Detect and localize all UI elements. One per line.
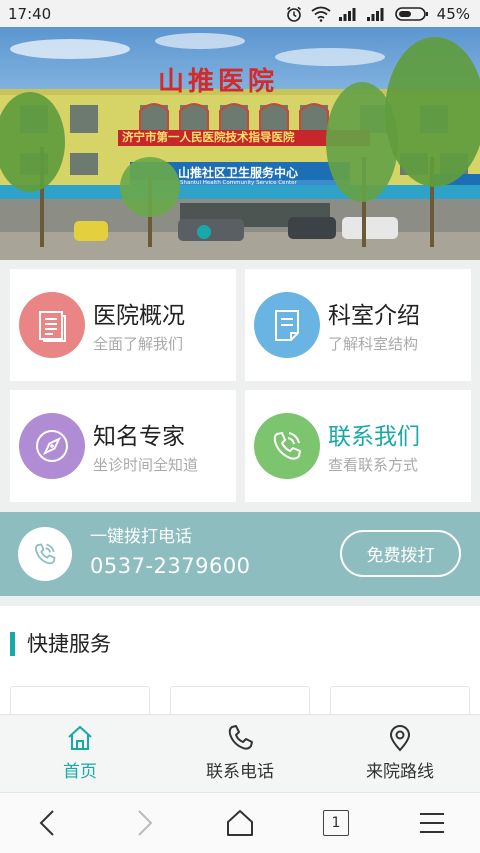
card-department-intro[interactable]: 科室介绍 了解科室结构 bbox=[245, 269, 471, 381]
card-title: 联系我们 bbox=[328, 424, 420, 450]
bottom-tab-bar: 首页 联系电话 来院路线 bbox=[0, 714, 480, 792]
document-icon bbox=[39, 311, 66, 342]
status-time: 17:40 bbox=[8, 4, 52, 23]
home-button[interactable] bbox=[210, 798, 270, 848]
tab-contact-phone[interactable]: 联系电话 bbox=[160, 715, 320, 792]
card-hospital-overview[interactable]: 医院概况 全面了解我们 bbox=[10, 269, 236, 381]
card-subtitle: 全面了解我们 bbox=[93, 335, 184, 353]
tab-label: 联系电话 bbox=[206, 762, 274, 782]
card-subtitle: 坐诊时间全知道 bbox=[93, 456, 199, 474]
card-subtitle: 查看联系方式 bbox=[328, 456, 419, 474]
card-icon-circle bbox=[254, 413, 320, 479]
banner-sign-main: 山推医院 bbox=[158, 67, 279, 97]
quick-services-section: 快捷服务 bbox=[0, 606, 480, 726]
call-label: 一键拨打电话 bbox=[90, 527, 192, 547]
house-icon bbox=[227, 810, 253, 836]
call-icon-circle bbox=[18, 527, 72, 581]
phone-icon bbox=[228, 725, 253, 750]
signal-icon bbox=[338, 7, 356, 21]
hospital-banner[interactable]: 山推医院 济宁市第一人民医院技术指导医院 山推社区卫生服务中心 Shantui … bbox=[0, 27, 480, 260]
free-call-button[interactable]: 免费拨打 bbox=[340, 530, 461, 577]
banner-sign-blue-en: Shantui Health Community Service Center bbox=[180, 180, 297, 186]
tabs-button[interactable]: 1 bbox=[306, 798, 366, 848]
card-icon-circle bbox=[19, 292, 85, 358]
battery-percent: 45% bbox=[436, 4, 470, 23]
card-title: 知名专家 bbox=[93, 424, 185, 450]
forward-button[interactable] bbox=[114, 798, 174, 848]
section-accent-bar bbox=[10, 632, 15, 656]
compass-icon bbox=[36, 430, 68, 462]
browser-nav-bar: 1 bbox=[0, 792, 480, 853]
chevron-left-icon bbox=[39, 810, 54, 836]
status-icons: 45% bbox=[285, 5, 470, 23]
card-icon-circle bbox=[254, 292, 320, 358]
phone-number[interactable]: 0537-2379600 bbox=[90, 554, 251, 578]
menu-button[interactable] bbox=[402, 798, 462, 848]
status-bar: 17:40 45% bbox=[0, 0, 480, 27]
alarm-icon bbox=[286, 6, 301, 22]
banner-sign-blue: 山推社区卫生服务中心 bbox=[178, 166, 299, 180]
chevron-right-icon bbox=[138, 810, 153, 836]
home-icon bbox=[68, 725, 92, 750]
one-click-call-bar: 一键拨打电话 0537-2379600 免费拨打 bbox=[0, 512, 480, 596]
banner-sign-red: 济宁市第一人民医院技术指导医院 bbox=[122, 130, 295, 144]
note-icon bbox=[275, 310, 299, 341]
tab-home[interactable]: 首页 bbox=[0, 715, 160, 792]
card-famous-experts[interactable]: 知名专家 坐诊时间全知道 bbox=[10, 390, 236, 502]
card-contact-us[interactable]: 联系我们 查看联系方式 bbox=[245, 390, 471, 502]
card-subtitle: 了解科室结构 bbox=[328, 335, 419, 353]
wifi-icon bbox=[311, 6, 331, 22]
hamburger-menu-icon bbox=[420, 813, 444, 833]
card-title: 医院概况 bbox=[93, 303, 185, 329]
tab-label: 首页 bbox=[63, 762, 97, 782]
section-title: 快捷服务 bbox=[27, 632, 111, 656]
phone-ringing-icon bbox=[273, 432, 301, 460]
location-pin-icon bbox=[389, 725, 411, 752]
tab-label: 来院路线 bbox=[366, 762, 434, 782]
tab-directions[interactable]: 来院路线 bbox=[320, 715, 480, 792]
battery-icon bbox=[394, 6, 428, 21]
phone-ringing-icon bbox=[35, 543, 56, 565]
back-button[interactable] bbox=[18, 798, 78, 848]
card-title: 科室介绍 bbox=[328, 303, 420, 329]
signal-icon-2 bbox=[366, 7, 384, 21]
tabs-count: 1 bbox=[323, 810, 349, 836]
card-icon-circle bbox=[19, 413, 85, 479]
slide-indicator-dot[interactable] bbox=[197, 225, 211, 239]
